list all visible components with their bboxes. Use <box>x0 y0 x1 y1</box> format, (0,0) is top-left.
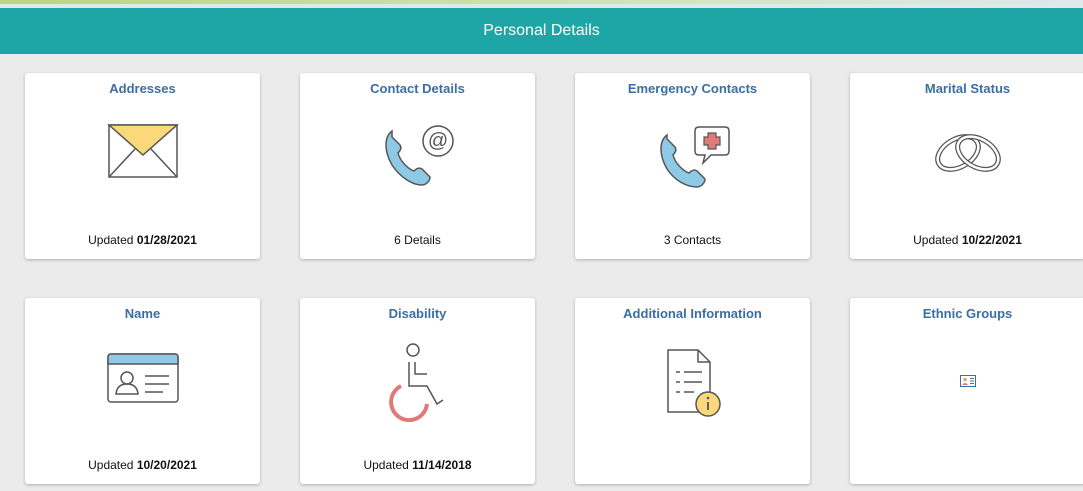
tile-footer: Updated 10/20/2021 <box>25 458 260 472</box>
tile-footer: Updated 10/22/2021 <box>850 233 1083 247</box>
footer-prefix: Updated <box>913 233 959 247</box>
tile-title: Disability <box>388 306 447 321</box>
footer-value: 3 Contacts <box>663 233 722 247</box>
tile-name[interactable]: Name Updated 10/20/2021 <box>25 298 260 484</box>
tile-emergency-contacts[interactable]: Emergency Contacts 3 Contacts <box>575 73 810 259</box>
footer-prefix: Updated <box>88 458 134 472</box>
tile-title: Addresses <box>109 81 176 96</box>
page-title: Personal Details <box>483 22 600 39</box>
phone-medical-icon <box>659 126 730 188</box>
rings-icon <box>934 134 1001 172</box>
tile-footer: 6 Details <box>300 233 535 247</box>
page-header: Personal Details <box>0 0 1083 54</box>
phone-at-icon: @ <box>384 125 454 186</box>
footer-prefix: Updated <box>88 233 134 247</box>
tile-footer: 3 Contacts <box>575 233 810 247</box>
id-card-icon <box>106 353 179 403</box>
footer-value: 10/22/2021 <box>961 233 1022 247</box>
tile-title: Name <box>124 306 161 321</box>
tile-title: Emergency Contacts <box>627 81 758 96</box>
tile-ethnic-groups[interactable]: Ethnic Groups <box>850 298 1083 484</box>
tile-additional-information[interactable]: Additional Information <box>575 298 810 484</box>
envelope-icon <box>106 124 179 178</box>
tile-addresses[interactable]: Addresses Updated 01/28/2021 <box>25 73 260 259</box>
footer-value: 6 Details <box>394 233 441 247</box>
tile-title: Contact Details <box>370 81 465 96</box>
wheelchair-icon <box>388 343 443 422</box>
svg-text:@: @ <box>427 130 447 152</box>
footer-value: 01/28/2021 <box>136 233 197 247</box>
tile-footer: Updated 01/28/2021 <box>25 233 260 247</box>
tile-marital-status[interactable]: Marital Status Updated 10/22/2021 <box>850 73 1083 259</box>
tile-footer: Updated 11/14/2018 <box>300 458 535 472</box>
footer-value: 11/14/2018 <box>412 458 472 472</box>
small-id-card-icon <box>959 375 976 387</box>
footer-value: 10/20/2021 <box>136 458 197 472</box>
tile-title: Ethnic Groups <box>922 306 1013 321</box>
tile-title: Additional Information <box>623 306 762 321</box>
tile-contact-details[interactable]: Contact Details @ 6 Details <box>300 73 535 259</box>
document-info-icon <box>666 349 721 417</box>
tile-disability[interactable]: Disability Updated 11/14/2018 <box>300 298 535 484</box>
footer-prefix: Updated <box>363 458 409 472</box>
tile-title: Marital Status <box>924 81 1011 96</box>
